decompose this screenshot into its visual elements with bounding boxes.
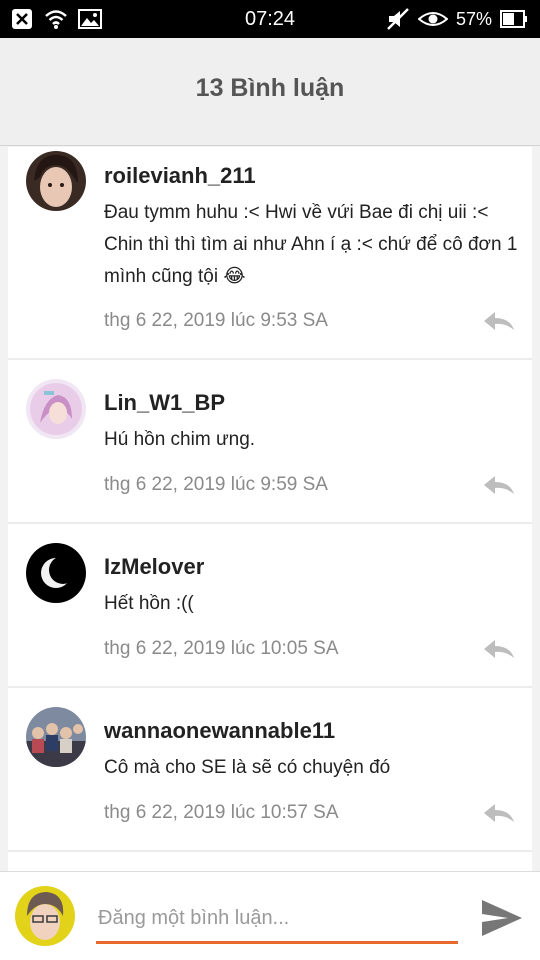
comment-text: Cô mà cho SE là sẽ có chuyện đó — [104, 757, 391, 778]
comment-username[interactable]: IzMelover — [104, 554, 204, 580]
comment-item: Lin_W1_BP Hú hồn chim ưng. thg 6 22, 201… — [8, 360, 532, 524]
eye-icon — [417, 12, 448, 26]
current-user-avatar — [15, 886, 75, 946]
comment-item — [8, 852, 532, 871]
send-icon[interactable] — [480, 898, 524, 938]
comment-item: IzMelover Hết hồn :(( thg 6 22, 2019 lúc… — [8, 524, 532, 688]
reply-icon[interactable] — [482, 473, 516, 497]
comment-composer — [0, 871, 540, 960]
comment-date: thg 6 22, 2019 lúc 9:59 SA — [104, 474, 328, 495]
comment-username[interactable]: Lin_W1_BP — [104, 390, 225, 416]
comment-username[interactable]: roilevianh_211 — [104, 163, 256, 189]
comment-list[interactable]: roilevianh_211 Đau tymm huhu :< Hwi về v… — [8, 147, 532, 871]
comment-date: thg 6 22, 2019 lúc 9:53 SA — [104, 310, 328, 331]
avatar[interactable] — [26, 151, 86, 211]
status-bar: 07:24 57% — [0, 0, 540, 38]
comment-item: wannaonewannable11 Cô mà cho SE là sẽ có… — [8, 688, 532, 852]
comment-item: roilevianh_211 Đau tymm huhu :< Hwi về v… — [8, 147, 532, 360]
reply-icon[interactable] — [482, 309, 516, 333]
comment-username[interactable]: wannaonewannable11 — [104, 718, 335, 744]
avatar[interactable] — [26, 543, 86, 603]
comment-date: thg 6 22, 2019 lúc 10:57 SA — [104, 802, 339, 823]
comment-text: Hú hồn chim ưng. — [104, 429, 256, 450]
avatar[interactable] — [26, 379, 86, 439]
battery-percent: 57% — [455, 8, 492, 29]
mute-icon — [387, 8, 409, 30]
app-header: 13 Bình luận — [0, 38, 540, 146]
comment-text: Hết hồn :(( — [104, 593, 194, 614]
page-title: 13 Bình luận — [195, 74, 345, 102]
comment-text: Đau tymm huhu :< Hwi về vứi Bae đi chị u… — [104, 202, 518, 287]
reply-icon[interactable] — [482, 801, 516, 825]
reply-icon[interactable] — [482, 637, 516, 661]
comment-input[interactable] — [96, 896, 458, 944]
comment-date: thg 6 22, 2019 lúc 10:05 SA — [104, 638, 339, 659]
avatar[interactable] — [26, 707, 86, 767]
battery-icon — [500, 10, 527, 28]
